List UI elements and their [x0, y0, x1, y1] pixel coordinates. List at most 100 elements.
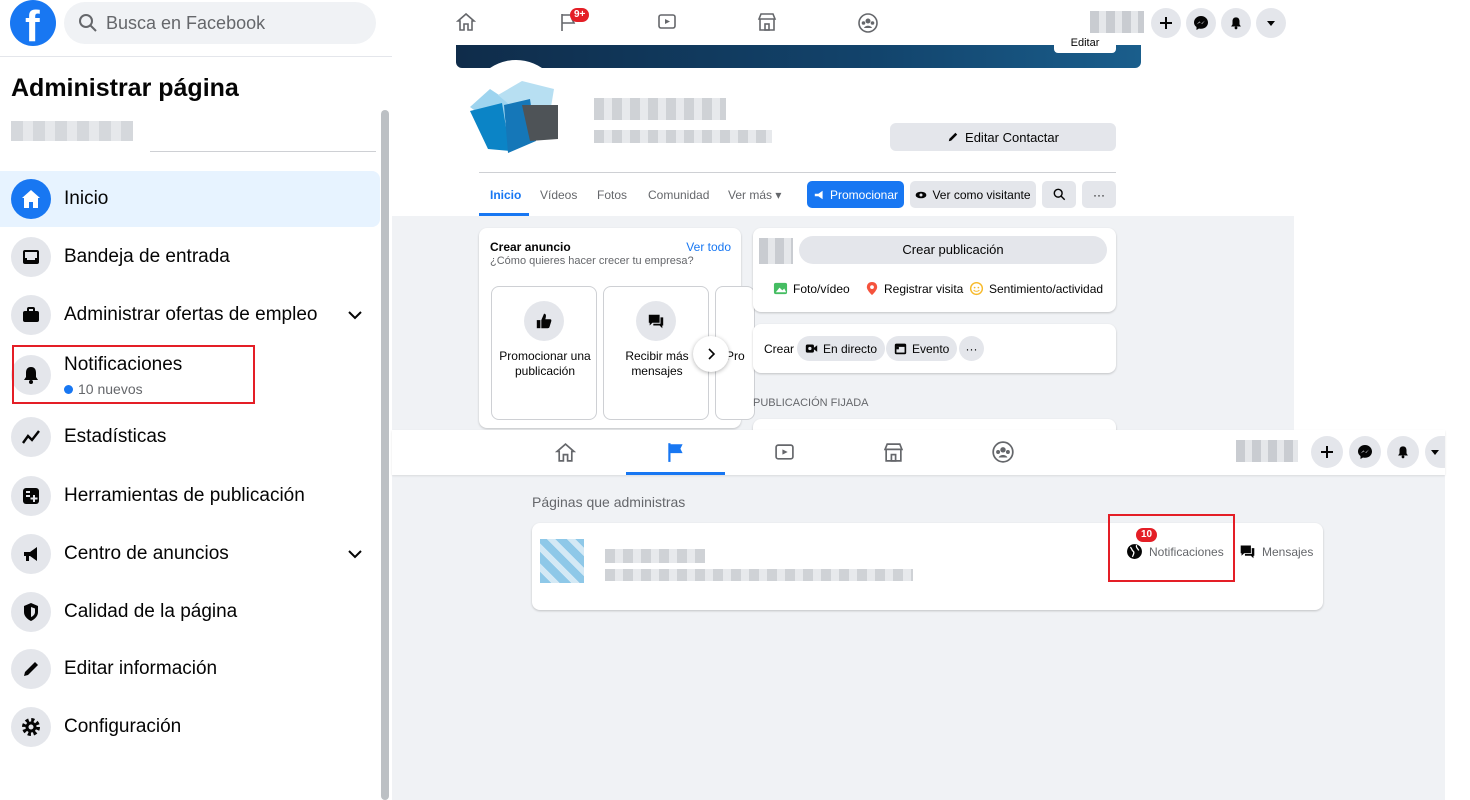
- home-icon[interactable]: [456, 12, 476, 32]
- pencil-icon: [11, 649, 51, 689]
- megaphone-icon: [11, 534, 51, 574]
- messenger-icon: [1358, 445, 1372, 459]
- go-live-button[interactable]: En directo: [797, 336, 886, 361]
- top-navigation-bar: 9+: [392, 0, 1294, 45]
- tab-comunidad[interactable]: Comunidad: [648, 188, 709, 202]
- blurred-profile[interactable]: [1090, 11, 1144, 33]
- sidebar-item-inbox[interactable]: Bandeja de entrada: [0, 229, 380, 285]
- page-title: Administrar página: [11, 74, 239, 102]
- check-in-action[interactable]: Registrar visita: [865, 281, 963, 296]
- page-messages-link[interactable]: Mensajes: [1239, 543, 1313, 560]
- page-avatar: [540, 539, 584, 583]
- blurred-page-name: [594, 98, 726, 120]
- top-navigation-bar: [392, 430, 1445, 475]
- eye-icon: [916, 191, 927, 198]
- facebook-logo[interactable]: f: [10, 0, 56, 46]
- see-all-link[interactable]: Ver todo: [686, 240, 731, 254]
- flag-icon[interactable]: [665, 441, 687, 463]
- create-ad-title: Crear anuncio: [490, 240, 571, 254]
- create-button[interactable]: [1311, 436, 1343, 468]
- view-as-visitor-button[interactable]: Ver como visitante: [910, 181, 1036, 208]
- search-icon: [79, 14, 97, 32]
- create-post-card: Crear publicación Foto/vídeo Registrar v…: [753, 228, 1116, 312]
- divider: [0, 56, 392, 57]
- sidebar-item-page-quality[interactable]: Calidad de la página: [0, 584, 380, 640]
- sidebar-item-label: Estadísticas: [64, 426, 167, 447]
- pinned-post-heading: PUBLICACIÓN FIJADA: [753, 397, 869, 409]
- sidebar-item-settings[interactable]: Configuración: [0, 699, 380, 755]
- edit-contact-button[interactable]: Editar Contactar: [890, 123, 1116, 151]
- page-preview: 9+ Editar Editar Contactar Inicio Vídeos…: [392, 0, 1294, 430]
- sidebar-item-label: Calidad de la página: [64, 601, 238, 622]
- promote-button[interactable]: Promocionar: [807, 181, 904, 208]
- create-post-button[interactable]: Crear publicación: [799, 236, 1107, 264]
- sidebar-item-label: Herramientas de publicación: [64, 485, 305, 506]
- sidebar-item-insights[interactable]: Estadísticas: [0, 409, 380, 465]
- smiley-icon: [969, 281, 984, 296]
- home-icon[interactable]: [555, 442, 576, 463]
- plus-icon: [1160, 17, 1172, 29]
- video-icon[interactable]: [774, 442, 795, 463]
- sidebar-scrollbar[interactable]: [381, 110, 389, 800]
- sidebar-item-inicio[interactable]: Inicio: [0, 171, 380, 227]
- marketplace-icon[interactable]: [883, 442, 904, 463]
- chevron-right-icon: [708, 348, 716, 360]
- location-pin-icon: [866, 281, 878, 296]
- more-create-options[interactable]: ···: [959, 336, 984, 361]
- video-icon[interactable]: [657, 12, 677, 32]
- carousel-next-button[interactable]: [693, 336, 729, 372]
- sidebar-item-ad-center[interactable]: Centro de anuncios: [0, 526, 380, 582]
- chevron-down-icon[interactable]: [346, 545, 364, 563]
- plus-icon: [1321, 446, 1333, 458]
- search-icon: [1053, 188, 1065, 201]
- tab-inicio[interactable]: Inicio: [490, 188, 521, 202]
- sidebar-item-label: Bandeja de entrada: [64, 246, 230, 267]
- sidebar-item-label: Configuración: [64, 716, 182, 737]
- pages-you-manage-panel: Páginas que administras Notificaciones 1…: [392, 430, 1445, 800]
- profile-picture[interactable]: [470, 59, 562, 153]
- notifications-button[interactable]: [1387, 436, 1419, 468]
- search-bar[interactable]: [64, 2, 376, 44]
- blurred-page-name: [605, 549, 705, 563]
- chevron-down-icon[interactable]: [346, 306, 364, 324]
- groups-icon[interactable]: [857, 12, 879, 34]
- edit-cover-button[interactable]: Editar: [1054, 33, 1116, 53]
- pages-you-manage-title: Páginas que administras: [532, 494, 686, 510]
- tab-fotos[interactable]: Fotos: [597, 188, 627, 202]
- promote-post-option[interactable]: Promocionar una publicación: [491, 286, 597, 420]
- photo-video-action[interactable]: Foto/vídeo: [773, 281, 850, 296]
- search-input[interactable]: [106, 12, 366, 34]
- groups-icon[interactable]: [991, 440, 1015, 464]
- sidebar-item-label: Inicio: [64, 188, 109, 209]
- notifications-button[interactable]: [1221, 8, 1251, 38]
- sidebar-item-edit-info[interactable]: Editar información: [0, 641, 380, 697]
- create-row-card: Crear En directo Evento ···: [753, 324, 1116, 373]
- chat-bubbles-icon: [636, 301, 676, 341]
- sidebar-item-jobs[interactable]: Administrar ofertas de empleo: [0, 287, 380, 343]
- account-menu-button[interactable]: [1425, 436, 1445, 468]
- more-options-button[interactable]: ···: [1082, 181, 1116, 208]
- trend-chart-icon: [11, 417, 51, 457]
- thumbs-up-icon: [524, 301, 564, 341]
- messenger-button[interactable]: [1349, 436, 1381, 468]
- sidebar-item-publishing-tools[interactable]: Herramientas de publicación: [0, 468, 380, 524]
- divider: [150, 151, 376, 152]
- event-button[interactable]: Evento: [886, 336, 958, 361]
- blurred-profile[interactable]: [1236, 440, 1298, 462]
- feeling-activity-action[interactable]: Sentimiento/actividad: [969, 281, 1103, 296]
- blurred-page-name: [11, 121, 133, 141]
- highlight-box: [12, 345, 255, 404]
- marketplace-icon[interactable]: [757, 12, 777, 32]
- create-button[interactable]: [1151, 8, 1181, 38]
- inbox-icon: [11, 237, 51, 277]
- tab-ver-mas[interactable]: Ver más ▾: [728, 188, 781, 202]
- page-search-button[interactable]: [1042, 181, 1076, 208]
- account-menu-button[interactable]: [1256, 8, 1286, 38]
- megaphone-icon: [814, 190, 823, 199]
- active-tab-indicator: [626, 472, 725, 475]
- pencil-icon: [948, 132, 958, 142]
- active-tab-indicator: [479, 213, 529, 216]
- tab-videos[interactable]: Vídeos: [540, 188, 577, 202]
- divider: [479, 172, 1116, 173]
- messenger-button[interactable]: [1186, 8, 1216, 38]
